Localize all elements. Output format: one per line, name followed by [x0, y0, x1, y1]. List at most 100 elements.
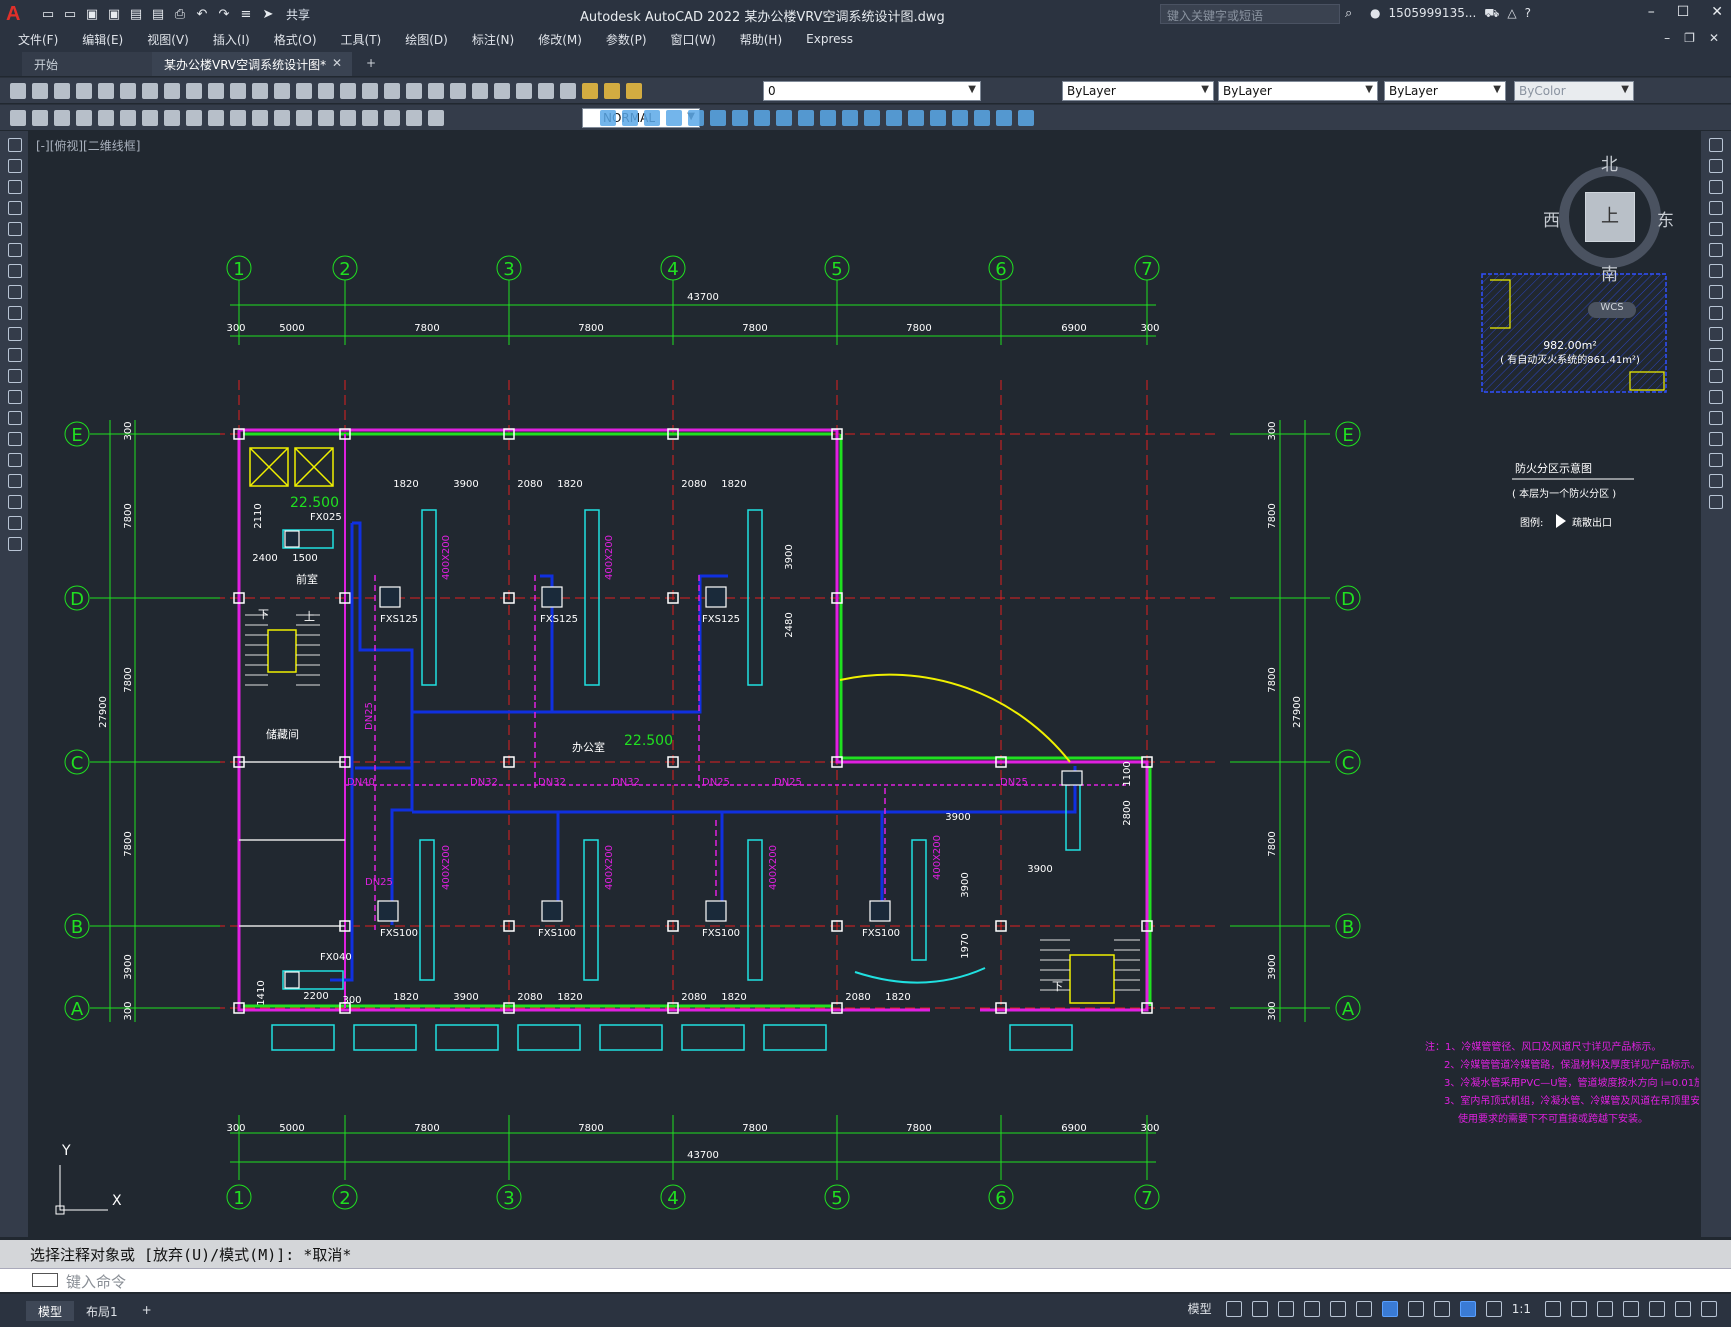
- lineweight-combo[interactable]: ByLayer ▼: [1384, 81, 1506, 101]
- continue-icon[interactable]: [230, 109, 246, 126]
- erase-icon[interactable]: [1709, 138, 1723, 152]
- explode-icon[interactable]: [1709, 495, 1723, 509]
- aligned-dim-icon[interactable]: [54, 109, 70, 126]
- diameter-icon[interactable]: [164, 109, 180, 126]
- redo-icon[interactable]: [296, 82, 312, 99]
- break-icon[interactable]: [1709, 390, 1723, 404]
- redo-icon[interactable]: ↷: [216, 6, 232, 22]
- point-icon[interactable]: [8, 411, 22, 425]
- menu-express[interactable]: Express: [806, 32, 867, 46]
- minimize-icon[interactable]: –: [1648, 4, 1655, 20]
- undo-icon[interactable]: [274, 82, 290, 99]
- autocad-logo-icon[interactable]: A: [6, 4, 26, 24]
- chamfer-icon[interactable]: [1709, 432, 1723, 446]
- viewcube-face-top[interactable]: 上: [1585, 192, 1635, 242]
- erase-icon[interactable]: [842, 109, 858, 126]
- doc-close-icon[interactable]: ✕: [1709, 31, 1719, 45]
- join-icon[interactable]: [1709, 411, 1723, 425]
- new-icon[interactable]: ▭: [40, 6, 56, 22]
- plotstyle-combo[interactable]: ByColor ▼: [1514, 81, 1634, 101]
- polyline-icon[interactable]: [8, 180, 22, 194]
- share-label[interactable]: 共享: [286, 6, 310, 23]
- menu-file[interactable]: 文件(F): [18, 31, 72, 48]
- above-icon[interactable]: [644, 109, 660, 126]
- break-point-icon[interactable]: [1709, 369, 1723, 383]
- hatch-icon[interactable]: [8, 432, 22, 446]
- zoom-previous-icon[interactable]: [384, 82, 400, 99]
- region-icon[interactable]: [8, 474, 22, 488]
- menu-window[interactable]: 窗口(W): [671, 31, 730, 48]
- isodraft-icon[interactable]: [1329, 1300, 1346, 1317]
- save-web-icon[interactable]: ▤: [150, 6, 166, 22]
- search-icon[interactable]: ⌕: [1345, 6, 1352, 21]
- offset-icon[interactable]: [1709, 201, 1723, 215]
- layer-combo[interactable]: 0 ▼: [763, 81, 981, 101]
- angular-icon[interactable]: [186, 109, 202, 126]
- matchprop-icon[interactable]: [230, 82, 246, 99]
- autodesk-icon[interactable]: △: [1507, 6, 1516, 22]
- paste-icon[interactable]: [208, 82, 224, 99]
- otrack-icon[interactable]: [1355, 1300, 1372, 1317]
- save-icon[interactable]: ▣: [84, 6, 100, 22]
- dim-space-icon[interactable]: [252, 109, 268, 126]
- new-tab-button[interactable]: +: [360, 52, 384, 76]
- tab-close-icon[interactable]: ✕: [332, 56, 342, 70]
- properties-icon[interactable]: [406, 82, 422, 99]
- array-icon[interactable]: [798, 109, 814, 126]
- offset-icon[interactable]: [820, 109, 836, 126]
- zoom-window-icon[interactable]: [362, 82, 378, 99]
- tab-model[interactable]: 模型: [26, 1300, 75, 1321]
- block-editor-icon[interactable]: [252, 82, 268, 99]
- tab-drawing[interactable]: 某办公楼VRV空调系统设计图* ✕: [152, 52, 352, 76]
- quick-properties-icon[interactable]: [1623, 1300, 1639, 1317]
- plot-icon[interactable]: ⎙: [172, 6, 188, 22]
- scale-icon[interactable]: [1709, 285, 1723, 299]
- ortho-icon[interactable]: [1277, 1300, 1294, 1317]
- arc-icon[interactable]: [8, 243, 22, 257]
- workspace-gear-icon[interactable]: [1545, 1300, 1561, 1317]
- tool-palettes-icon[interactable]: [450, 82, 466, 99]
- gradient-icon[interactable]: [8, 453, 22, 467]
- doc-minimize-icon[interactable]: –: [1664, 31, 1670, 45]
- drawing-canvas[interactable]: 1 2 3 4 5 6 7 1 2 3 4 5 6 7 E D C B A E …: [30, 131, 1699, 1237]
- markup-icon[interactable]: [494, 82, 510, 99]
- model-space-toggle[interactable]: 模型: [1188, 1300, 1212, 1317]
- preview-icon[interactable]: [98, 82, 114, 99]
- copy-icon[interactable]: [1709, 159, 1723, 173]
- pan-icon[interactable]: [318, 82, 334, 99]
- wcs-menu[interactable]: WCS: [1588, 302, 1636, 318]
- print-icon[interactable]: [76, 82, 92, 99]
- clean-screen-icon[interactable]: [1675, 1300, 1691, 1317]
- layer-properties-icon[interactable]: [560, 82, 576, 99]
- help-icon[interactable]: ?: [1525, 6, 1531, 22]
- blend-icon[interactable]: [1709, 474, 1723, 488]
- save-icon[interactable]: [54, 82, 70, 99]
- linear-dim-icon[interactable]: [32, 109, 48, 126]
- front-icon[interactable]: [600, 109, 616, 126]
- dim-break-icon[interactable]: [274, 109, 290, 126]
- mirror-icon[interactable]: [1709, 180, 1723, 194]
- ellipse-icon[interactable]: [8, 327, 22, 341]
- baseline-icon[interactable]: [208, 109, 224, 126]
- attdef-icon[interactable]: [952, 109, 968, 126]
- polar-icon[interactable]: [1303, 1300, 1320, 1317]
- xline-icon[interactable]: [8, 159, 22, 173]
- lineweight-icon[interactable]: [1407, 1300, 1424, 1317]
- ole-icon[interactable]: [1018, 109, 1034, 126]
- xref-icon[interactable]: [974, 109, 990, 126]
- tolerance-icon[interactable]: [296, 109, 312, 126]
- save-as-icon[interactable]: ▣: [106, 6, 122, 22]
- dim-text-edit-icon[interactable]: [406, 109, 422, 126]
- polygon-icon[interactable]: [8, 201, 22, 215]
- circle-icon[interactable]: [8, 264, 22, 278]
- viewport-controls[interactable]: [-][俯视][二维线框]: [36, 137, 140, 154]
- arc-length-icon[interactable]: [76, 109, 92, 126]
- annotation-scale[interactable]: 1:1: [1512, 1302, 1531, 1316]
- line-icon[interactable]: [8, 138, 22, 152]
- zoom-realtime-icon[interactable]: [340, 82, 356, 99]
- command-input[interactable]: 键入命令: [0, 1268, 1731, 1292]
- scale-icon[interactable]: [776, 109, 792, 126]
- table-icon[interactable]: [8, 495, 22, 509]
- design-center-icon[interactable]: [428, 82, 444, 99]
- menu-format[interactable]: 格式(O): [274, 31, 331, 48]
